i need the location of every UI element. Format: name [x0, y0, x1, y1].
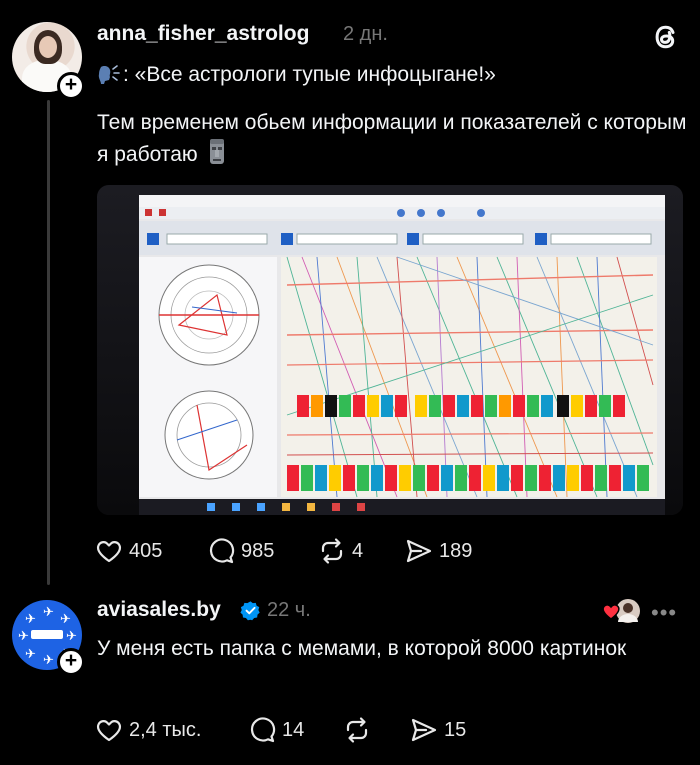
post-quote-line: : «Все астрологи тупые инфоцыгане!»	[97, 59, 496, 90]
like-count: 405	[129, 539, 163, 562]
thread-connector-line	[47, 100, 50, 585]
reply-share-button[interactable]: 15	[410, 716, 466, 744]
post-body-text: Тем временем обьем информации и показате…	[97, 111, 687, 166]
comment-count: 985	[241, 539, 275, 562]
like-button[interactable]: 405	[95, 537, 162, 565]
reply-share-count: 15	[444, 718, 467, 741]
repost-icon	[321, 538, 343, 564]
heart-icon	[97, 720, 121, 742]
share-count: 189	[439, 539, 473, 562]
post-username[interactable]: anna_fisher_astrolog	[97, 22, 309, 46]
author-liked-icon	[602, 599, 640, 623]
reply-like-count: 2,4 тыс.	[129, 718, 202, 741]
repost-button[interactable]: 4	[318, 537, 363, 565]
repost-icon	[346, 717, 368, 743]
repost-count: 4	[352, 539, 364, 562]
reply-timestamp: 22 ч.	[267, 599, 311, 621]
reply-comment-count: 14	[282, 718, 305, 741]
quote-text: : «Все астрологи тупые инфоцыгане!»	[123, 63, 496, 86]
reply-like-button[interactable]: 2,4 тыс.	[95, 716, 201, 744]
reply-comment-button[interactable]: 14	[248, 716, 304, 744]
astrology-software-screen-photo	[97, 185, 683, 515]
post-body: Тем временем обьем информации и показате…	[97, 107, 687, 170]
comment-bubble-icon	[250, 717, 276, 743]
more-options-button[interactable]: •••	[651, 600, 677, 626]
comment-button[interactable]: 985	[207, 537, 274, 565]
heart-icon	[97, 541, 121, 563]
post-image[interactable]	[97, 185, 683, 515]
verified-badge-icon	[240, 601, 260, 621]
send-icon	[411, 718, 437, 742]
follow-plus-button[interactable]: +	[57, 648, 85, 676]
reply-body: У меня есть папка с мемами, в которой 80…	[97, 637, 627, 660]
reply-repost-button[interactable]	[343, 716, 377, 744]
reply-username[interactable]: aviasales.by	[97, 598, 221, 622]
speaking-head-icon	[98, 65, 120, 84]
follow-plus-button[interactable]: +	[57, 72, 85, 100]
moai-icon	[210, 139, 225, 164]
comment-bubble-icon	[209, 538, 235, 564]
send-icon	[406, 539, 432, 563]
post-timestamp: 2 дн.	[343, 23, 388, 45]
share-button[interactable]: 189	[405, 537, 472, 565]
threads-logo-icon[interactable]	[651, 22, 681, 52]
